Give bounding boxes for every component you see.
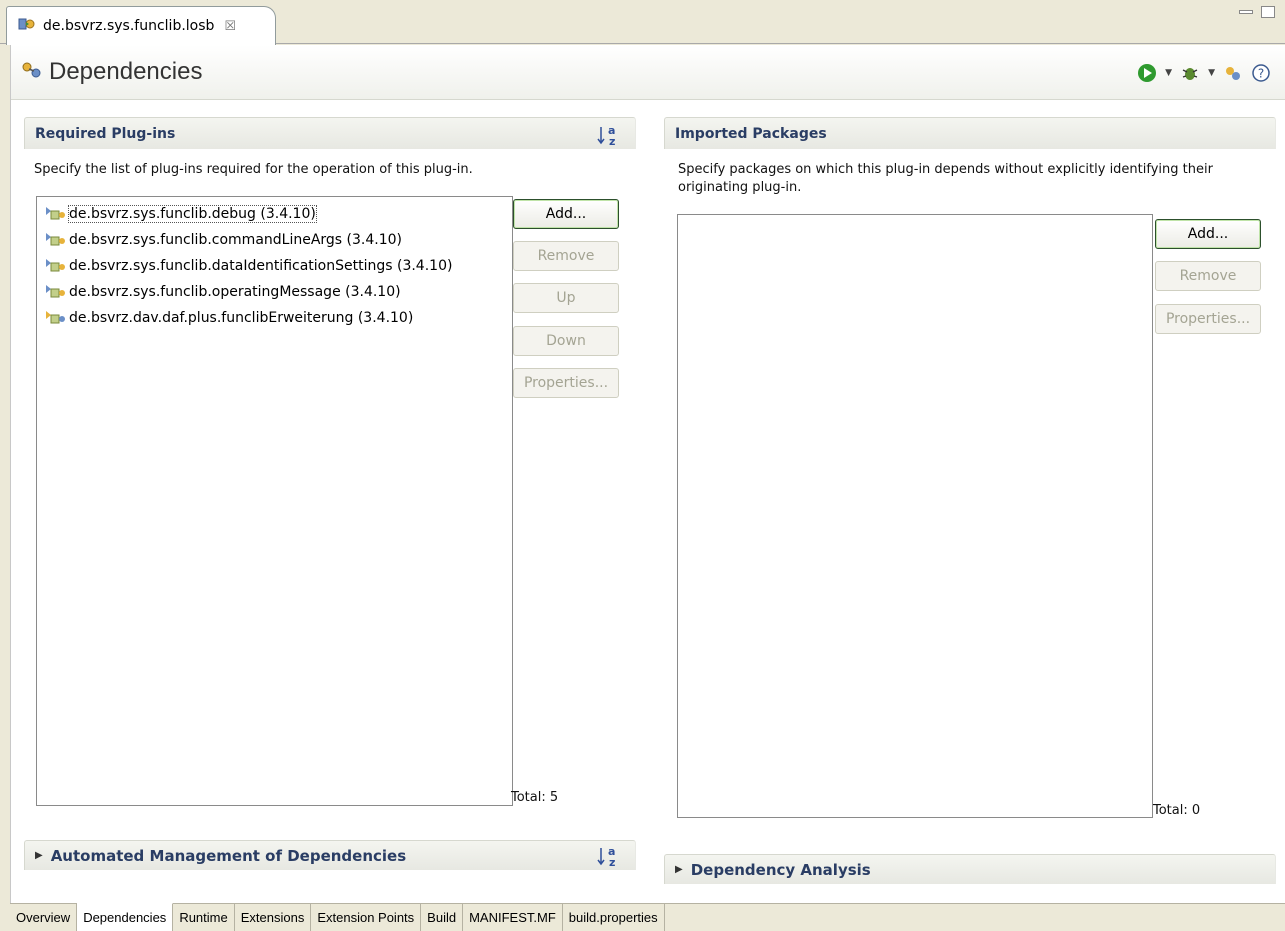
required-plugins-total: Total: 5: [511, 790, 559, 805]
required-plugins-list[interactable]: de.bsvrz.sys.funclib.debug (3.4.10) de.b…: [36, 196, 513, 806]
run-icon[interactable]: [1137, 63, 1157, 83]
required-plugins-description: Specify the list of plug-ins required fo…: [34, 162, 473, 177]
list-item[interactable]: de.bsvrz.sys.funclib.dataIdentificationS…: [43, 255, 452, 277]
remove-imported-package-button[interactable]: Remove: [1155, 261, 1261, 291]
expand-arrow-icon: ▶: [35, 850, 43, 861]
tab-build-properties[interactable]: build.properties: [562, 904, 665, 931]
automated-management-section-title[interactable]: ▶ Automated Management of Dependencies a…: [24, 840, 636, 870]
editor-tab-title: de.bsvrz.sys.funclib.losb: [43, 18, 215, 34]
required-plugins-title: Required Plug-ins: [35, 125, 176, 142]
maximize-button[interactable]: [1261, 6, 1275, 18]
editor-tab[interactable]: de.bsvrz.sys.funclib.losb ☒: [6, 6, 276, 45]
run-dropdown-icon[interactable]: ▼: [1165, 68, 1172, 78]
plugin-label: de.bsvrz.sys.funclib.debug (3.4.10): [68, 205, 317, 223]
dependency-analysis-section-title[interactable]: ▶ Dependency Analysis: [664, 854, 1276, 884]
required-plugin-properties-button[interactable]: Properties...: [513, 368, 619, 398]
minimize-button[interactable]: [1239, 10, 1253, 14]
plugin-manifest-icon: [17, 15, 37, 37]
sort-alphabetical-icon[interactable]: az: [597, 123, 621, 148]
tab-extension-points[interactable]: Extension Points: [311, 904, 422, 931]
imported-packages-section-title: Imported Packages: [664, 117, 1276, 149]
imported-packages-list[interactable]: [677, 214, 1153, 818]
page-title: Dependencies: [49, 58, 203, 85]
imported-packages-total: Total: 0: [1153, 803, 1201, 818]
plugin-label: de.bsvrz.sys.funclib.dataIdentificationS…: [69, 258, 453, 274]
tab-manifest[interactable]: MANIFEST.MF: [463, 904, 563, 931]
svg-text:z: z: [609, 856, 615, 868]
add-imported-package-button[interactable]: Add...: [1155, 219, 1261, 249]
manifest-icon[interactable]: [1223, 63, 1243, 83]
remove-required-plugin-button[interactable]: Remove: [513, 241, 619, 271]
list-item[interactable]: de.bsvrz.dav.daf.plus.funclibErweiterung…: [43, 307, 413, 329]
tab-extensions[interactable]: Extensions: [234, 904, 312, 931]
expand-arrow-icon: ▶: [675, 864, 683, 875]
plugin-icon: [43, 205, 67, 223]
svg-text:?: ?: [1258, 67, 1264, 81]
tab-dependencies[interactable]: Dependencies: [77, 903, 174, 931]
list-item[interactable]: de.bsvrz.sys.funclib.commandLineArgs (3.…: [43, 229, 402, 251]
tab-build[interactable]: Build: [421, 904, 464, 931]
plugin-label: de.bsvrz.sys.funclib.commandLineArgs (3.…: [69, 232, 403, 248]
plugin-label: de.bsvrz.sys.funclib.operatingMessage (3…: [69, 284, 401, 300]
plugin-icon: [43, 257, 67, 275]
debug-dropdown-icon[interactable]: ▼: [1208, 68, 1215, 78]
form-header: Dependencies ▼ ▼ ?: [11, 45, 1285, 100]
list-item[interactable]: de.bsvrz.sys.funclib.debug (3.4.10): [43, 203, 317, 225]
list-item[interactable]: de.bsvrz.sys.funclib.operatingMessage (3…: [43, 281, 401, 303]
editor-tab-bar: de.bsvrz.sys.funclib.losb ☒: [0, 0, 1285, 45]
tab-runtime[interactable]: Runtime: [173, 904, 235, 931]
window-controls: [1239, 6, 1275, 18]
tab-overview[interactable]: Overview: [10, 904, 78, 931]
imported-package-properties-button[interactable]: Properties...: [1155, 304, 1261, 334]
dependencies-icon: [21, 59, 43, 85]
dependency-analysis-title: Dependency Analysis: [690, 860, 871, 879]
plugin-icon: [43, 231, 67, 249]
imported-packages-title: Imported Packages: [675, 125, 827, 142]
close-icon[interactable]: ☒: [224, 19, 236, 34]
add-required-plugin-button[interactable]: Add...: [513, 199, 619, 229]
plugin-icon: [43, 309, 67, 327]
move-down-button[interactable]: Down: [513, 326, 619, 356]
svg-text:z: z: [609, 135, 615, 147]
plugin-icon: [43, 283, 67, 301]
automated-management-title: Automated Management of Dependencies: [50, 846, 407, 865]
debug-icon[interactable]: [1180, 63, 1200, 83]
page-tab-bar: Overview Dependencies Runtime Extensions…: [10, 903, 1285, 931]
header-actions: ▼ ▼ ?: [1137, 63, 1271, 83]
move-up-button[interactable]: Up: [513, 283, 619, 313]
form-area: Dependencies ▼ ▼ ? Required Plug-ins az …: [10, 45, 1285, 903]
plugin-label: de.bsvrz.dav.daf.plus.funclibErweiterung…: [69, 310, 414, 326]
help-icon[interactable]: ?: [1251, 63, 1271, 83]
imported-packages-description: Specify packages on which this plug-in d…: [678, 162, 1213, 195]
required-plugins-section-title: Required Plug-ins az: [24, 117, 636, 149]
sort-alphabetical-icon[interactable]: az: [597, 844, 621, 869]
